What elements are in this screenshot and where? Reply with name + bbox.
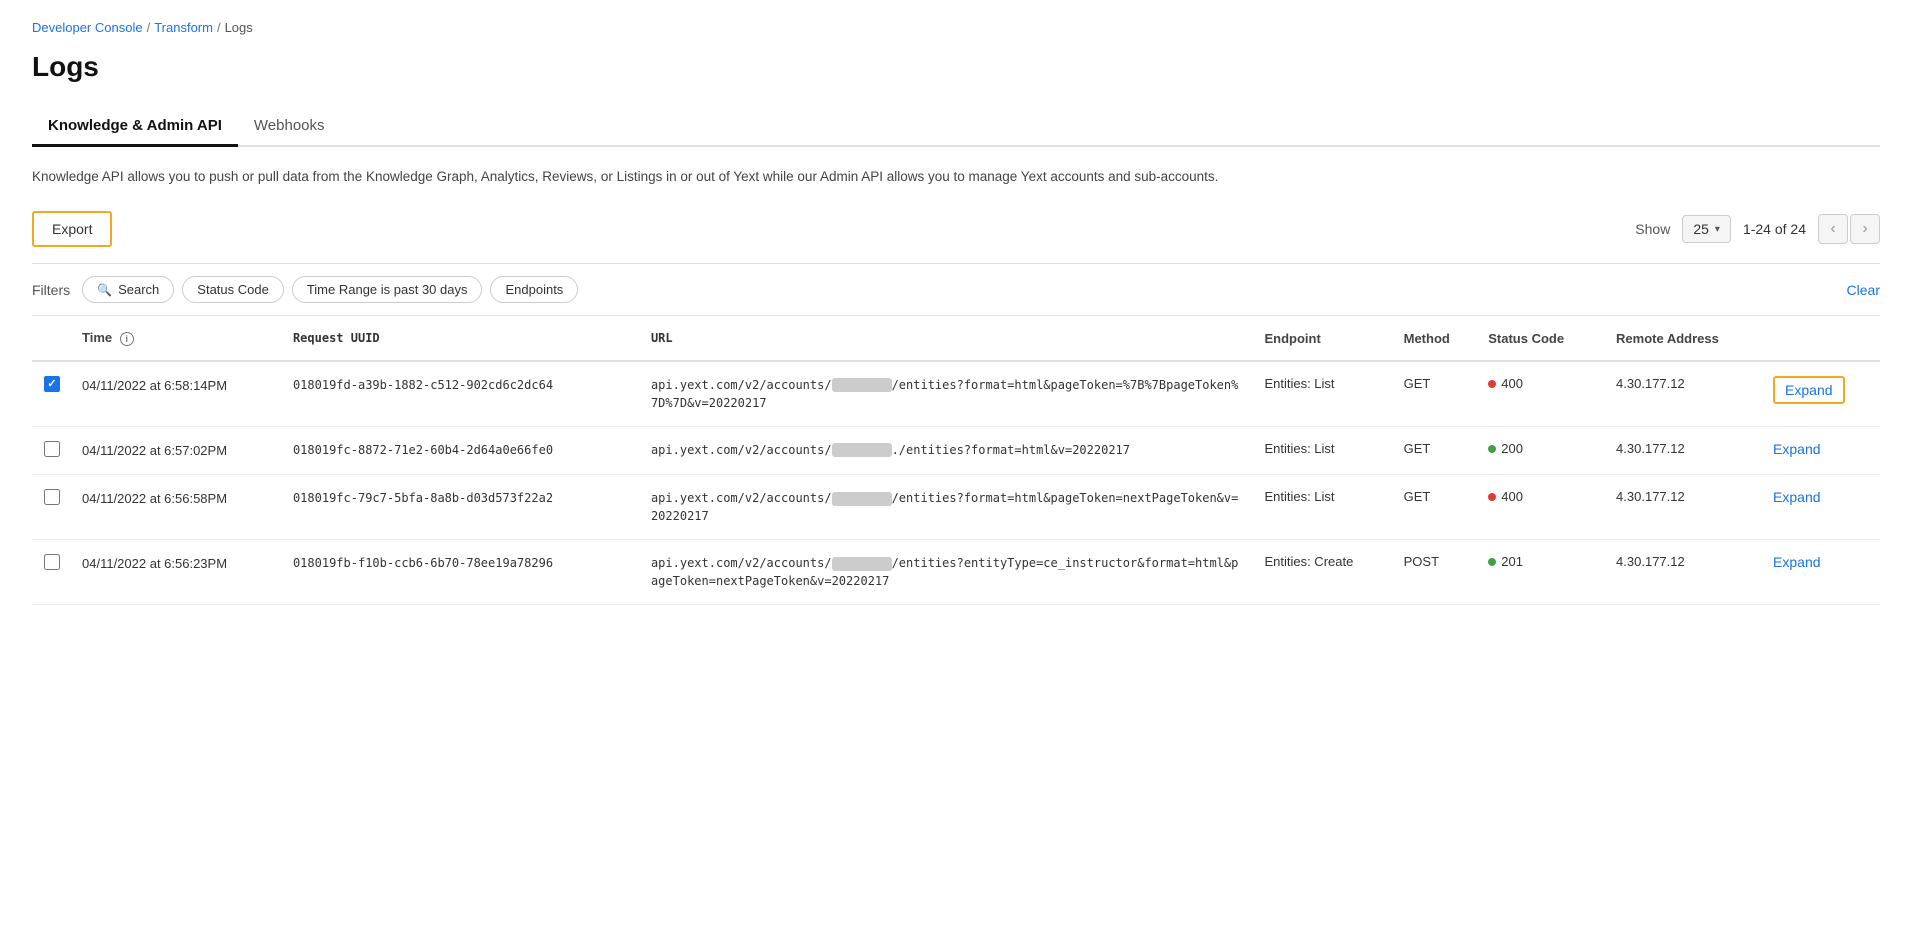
row-uuid: 018019fd-a39b-1882-c512-902cd6c2dc64 (283, 361, 641, 427)
expand-button[interactable]: Expand (1773, 489, 1820, 505)
row-time: 04/11/2022 at 6:56:58PM (72, 475, 283, 540)
table-row: 04/11/2022 at 6:56:23PM018019fb-f10b-ccb… (32, 540, 1880, 605)
logs-table-wrapper: Time i Request UUID URL Endpoint Method … (32, 316, 1880, 605)
breadcrumb-logs: Logs (225, 20, 253, 35)
filter-chip-search[interactable]: 🔍 Search (82, 276, 174, 303)
breadcrumb-transform[interactable]: Transform (154, 20, 213, 35)
status-dot-icon (1488, 558, 1496, 566)
show-per-page-value: 25 (1693, 221, 1709, 237)
expand-button[interactable]: Expand (1773, 554, 1820, 570)
row-method: GET (1394, 426, 1479, 475)
row-endpoint: Entities: Create (1254, 540, 1393, 605)
row-endpoint: Entities: List (1254, 426, 1393, 475)
table-row: 04/11/2022 at 6:56:58PM018019fc-79c7-5bf… (32, 475, 1880, 540)
filters-label: Filters (32, 282, 70, 298)
time-info-icon[interactable]: i (120, 332, 134, 346)
breadcrumb-sep-1: / (147, 20, 151, 35)
row-status-code: 400 (1478, 475, 1606, 540)
row-checkbox[interactable] (44, 441, 60, 457)
pagination-area: Show 25 ▾ 1-24 of 24 ‹ › (1635, 214, 1880, 244)
col-header-status-code: Status Code (1478, 316, 1606, 361)
row-time: 04/11/2022 at 6:57:02PM (72, 426, 283, 475)
col-header-endpoint: Endpoint (1254, 316, 1393, 361)
page-description: Knowledge API allows you to push or pull… (32, 167, 1532, 187)
show-per-page-select[interactable]: 25 ▾ (1682, 215, 1731, 243)
prev-page-button[interactable]: ‹ (1818, 214, 1848, 244)
row-url: api.yext.com/v2/accounts/XXXXXXXX/entiti… (641, 475, 1255, 540)
breadcrumb: Developer Console / Transform / Logs (32, 20, 1880, 35)
col-header-url: URL (641, 316, 1255, 361)
row-status-code: 400 (1478, 361, 1606, 427)
row-time: 04/11/2022 at 6:58:14PM (72, 361, 283, 427)
row-remote-address: 4.30.177.12 (1606, 475, 1763, 540)
filter-chip-time-range[interactable]: Time Range is past 30 days (292, 276, 483, 303)
row-checkbox[interactable] (44, 376, 60, 392)
row-remote-address: 4.30.177.12 (1606, 426, 1763, 475)
row-time: 04/11/2022 at 6:56:23PM (72, 540, 283, 605)
row-checkbox-cell (32, 361, 72, 427)
table-row: 04/11/2022 at 6:58:14PM018019fd-a39b-188… (32, 361, 1880, 427)
breadcrumb-developer-console[interactable]: Developer Console (32, 20, 143, 35)
page-title: Logs (32, 51, 1880, 83)
row-checkbox-cell (32, 540, 72, 605)
breadcrumb-sep-2: / (217, 20, 221, 35)
col-header-time: Time i (72, 316, 283, 361)
row-method: GET (1394, 361, 1479, 427)
chevron-down-icon: ▾ (1715, 224, 1720, 235)
tabs-container: Knowledge & Admin API Webhooks (32, 107, 1880, 147)
row-endpoint: Entities: List (1254, 475, 1393, 540)
tab-webhooks[interactable]: Webhooks (238, 107, 341, 147)
table-row: 04/11/2022 at 6:57:02PM018019fc-8872-71e… (32, 426, 1880, 475)
logs-table: Time i Request UUID URL Endpoint Method … (32, 316, 1880, 605)
row-endpoint: Entities: List (1254, 361, 1393, 427)
filter-chip-status-code-label: Status Code (197, 282, 269, 297)
export-button[interactable]: Export (32, 211, 112, 247)
row-uuid: 018019fc-79c7-5bfa-8a8b-d03d573f22a2 (283, 475, 641, 540)
row-url: api.yext.com/v2/accounts/XXXXXXXX/entiti… (641, 361, 1255, 427)
row-status-code: 201 (1478, 540, 1606, 605)
expand-button[interactable]: Expand (1773, 441, 1820, 457)
row-expand-cell: Expand (1763, 361, 1880, 427)
next-page-button[interactable]: › (1850, 214, 1880, 244)
row-expand-cell: Expand (1763, 426, 1880, 475)
row-uuid: 018019fb-f10b-ccb6-6b70-78ee19a78296 (283, 540, 641, 605)
row-status-code: 200 (1478, 426, 1606, 475)
filter-chip-time-range-label: Time Range is past 30 days (307, 282, 468, 297)
col-header-remote-address: Remote Address (1606, 316, 1763, 361)
row-uuid: 018019fc-8872-71e2-60b4-2d64a0e66fe0 (283, 426, 641, 475)
filter-chip-search-label: Search (118, 282, 159, 297)
table-header-row: Time i Request UUID URL Endpoint Method … (32, 316, 1880, 361)
status-dot-icon (1488, 380, 1496, 388)
tab-knowledge-admin-api[interactable]: Knowledge & Admin API (32, 107, 238, 147)
row-url: api.yext.com/v2/accounts/XXXXXXXX/entiti… (641, 540, 1255, 605)
col-header-method: Method (1394, 316, 1479, 361)
clear-filters-link[interactable]: Clear (1847, 282, 1880, 298)
filter-chip-status-code[interactable]: Status Code (182, 276, 284, 303)
row-method: GET (1394, 475, 1479, 540)
row-url: api.yext.com/v2/accounts/XXXXXXXX./entit… (641, 426, 1255, 475)
row-expand-cell: Expand (1763, 540, 1880, 605)
row-remote-address: 4.30.177.12 (1606, 361, 1763, 427)
toolbar: Export Show 25 ▾ 1-24 of 24 ‹ › (32, 211, 1880, 247)
row-method: POST (1394, 540, 1479, 605)
row-checkbox-cell (32, 426, 72, 475)
filter-chip-endpoints-label: Endpoints (505, 282, 563, 297)
row-checkbox[interactable] (44, 554, 60, 570)
col-header-uuid: Request UUID (283, 316, 641, 361)
row-expand-cell: Expand (1763, 475, 1880, 540)
col-header-checkbox (32, 316, 72, 361)
show-label: Show (1635, 221, 1670, 237)
filters-bar: Filters 🔍 Search Status Code Time Range … (32, 263, 1880, 316)
filter-chip-endpoints[interactable]: Endpoints (490, 276, 578, 303)
row-checkbox-cell (32, 475, 72, 540)
col-header-expand (1763, 316, 1880, 361)
page-navigation: ‹ › (1818, 214, 1880, 244)
search-icon: 🔍 (97, 283, 112, 297)
status-dot-icon (1488, 493, 1496, 501)
status-dot-icon (1488, 445, 1496, 453)
row-remote-address: 4.30.177.12 (1606, 540, 1763, 605)
expand-button[interactable]: Expand (1773, 376, 1844, 404)
row-checkbox[interactable] (44, 489, 60, 505)
page-info: 1-24 of 24 (1743, 221, 1806, 237)
